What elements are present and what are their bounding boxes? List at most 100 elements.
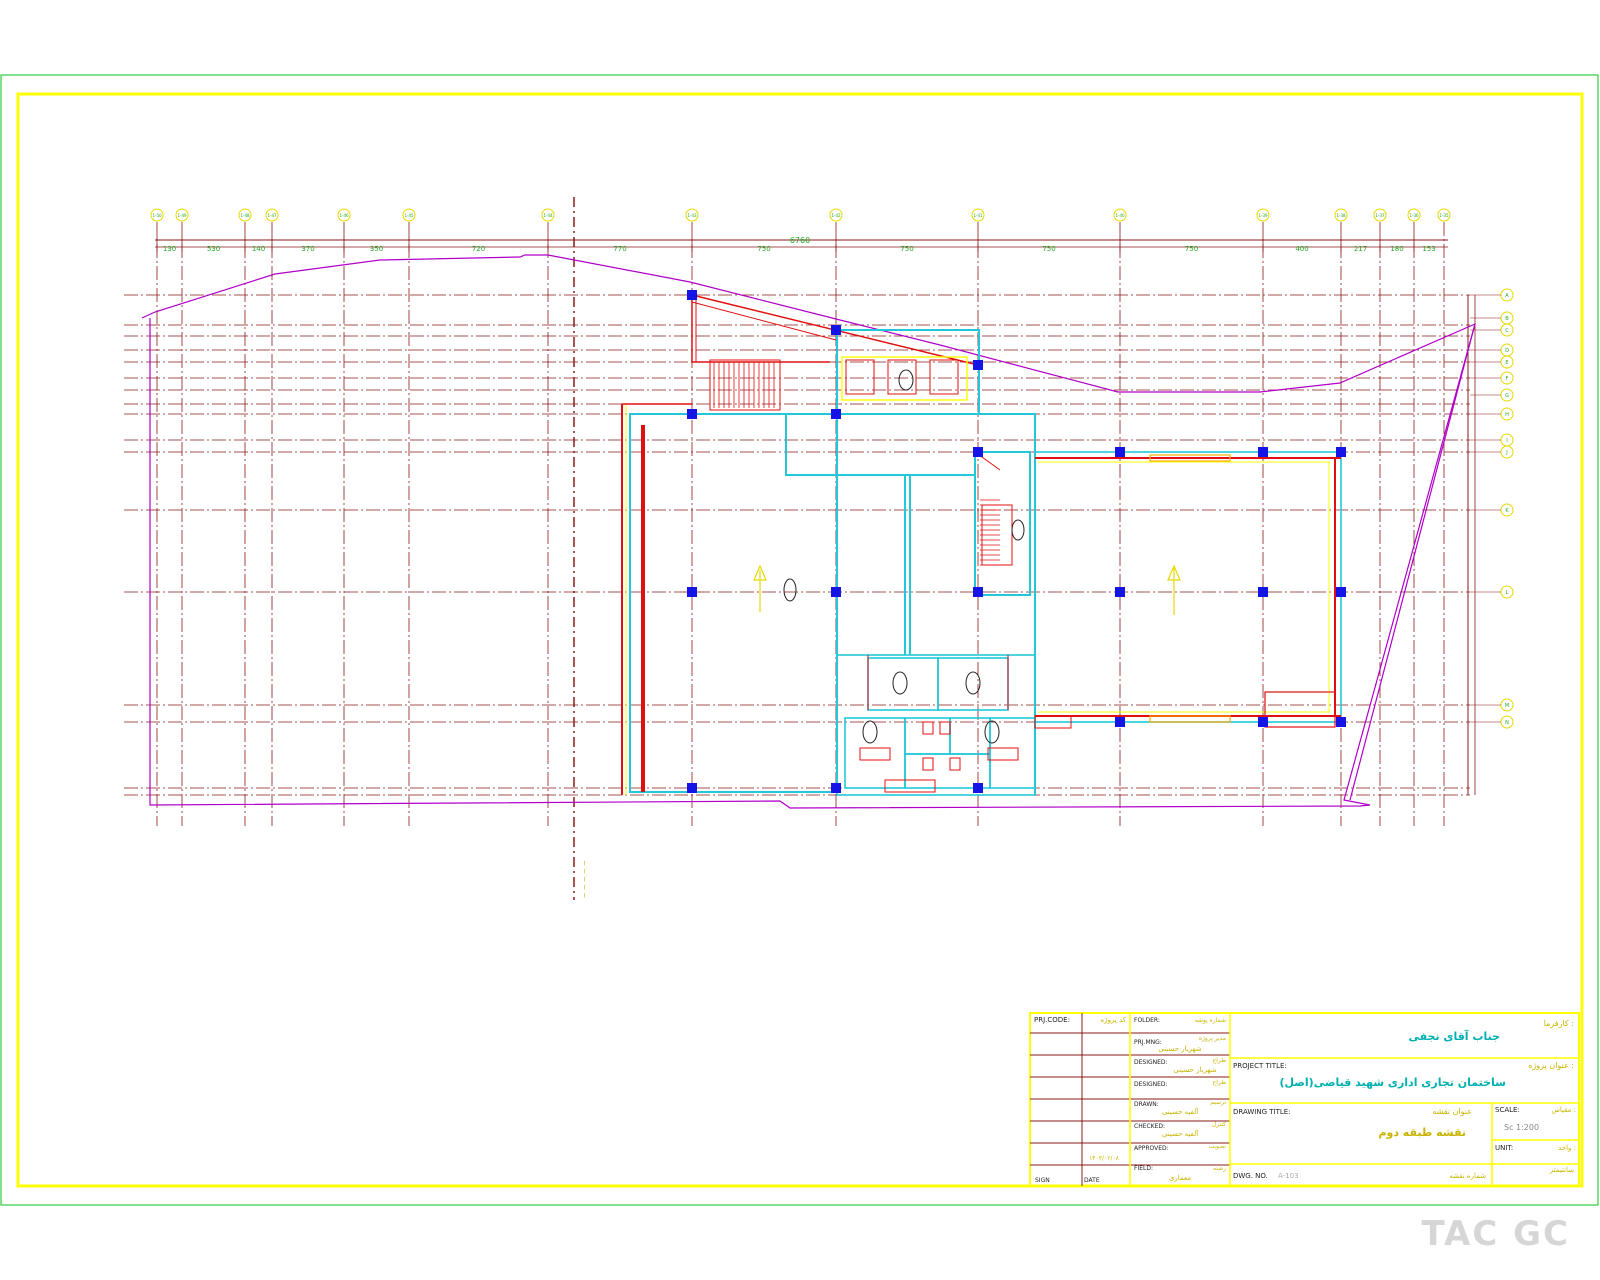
dimension-value: 130 [163, 245, 176, 253]
dimension-value: 530 [207, 245, 220, 253]
dimension-value: 720 [472, 245, 485, 253]
toilet-block [836, 654, 1036, 796]
column [687, 290, 697, 300]
tb-prj-code-fa: کد پروژه [1101, 1016, 1127, 1024]
axis-label: 1-49 [177, 213, 187, 218]
property-line [141, 254, 1476, 809]
tb-designed1-value: شهریار حسینی [1173, 1066, 1216, 1074]
column [687, 783, 697, 793]
axis-label: 1-38 [1336, 213, 1346, 218]
column [687, 409, 697, 419]
tb-scale-fa: مقیاس : [1551, 1106, 1576, 1114]
axis-label: 1-41 [973, 213, 983, 218]
tb-approved-label: APPROVED: [1134, 1145, 1169, 1152]
tb-drawing-title-fa: عنوان نقشه [1432, 1107, 1472, 1116]
column [973, 360, 983, 370]
axis-label: 1-40 [1115, 213, 1125, 218]
left-wing-walls [629, 413, 838, 793]
stair-treads-mid [980, 499, 1000, 566]
tb-drawn-value: آلفیه حسینی [1162, 1107, 1199, 1116]
tb-field-value: معماری [1169, 1174, 1191, 1182]
tb-designed2-label: DESIGNED: [1134, 1081, 1168, 1088]
dimension-value: 140 [252, 245, 265, 253]
column [1258, 717, 1268, 727]
tb-date-label: DATE [1084, 1177, 1100, 1184]
dimension-value: 750 [1185, 245, 1198, 253]
tb-prj-mng-value: شهریار حسینی [1158, 1045, 1201, 1053]
axis-label: 1-44 [543, 213, 553, 218]
north-arrow-left [753, 564, 797, 612]
tb-designed1-label: DESIGNED: [1134, 1059, 1168, 1066]
axis-label: H [1505, 412, 1509, 418]
column [1115, 717, 1125, 727]
tb-drawing-title-label: DRAWING TITLE: [1233, 1108, 1291, 1116]
tb-drawn-label: DRAWN: [1134, 1101, 1159, 1108]
axis-label: 1-35 [1439, 213, 1449, 218]
axis-label: E [1505, 360, 1508, 366]
dimension-value: 770 [613, 245, 626, 253]
dimension-value: 217 [1354, 245, 1367, 253]
axis-label: F [1506, 376, 1509, 382]
axis-label: J [1505, 450, 1507, 456]
column [1115, 587, 1125, 597]
tb-employer-value: جناب آقای نجفی [1408, 1029, 1500, 1043]
tb-field-fa: رشته [1213, 1165, 1226, 1172]
axis-bubbles-top: 1-50 1-49 1-48 1-47 1-46 1-45 1-44 1-43 1-42 1-41… [150, 208, 1451, 222]
tb-field-label: FIELD: [1134, 1165, 1153, 1172]
dimension-value: 180 [1390, 245, 1403, 253]
axis-label: A [1505, 293, 1509, 299]
tb-scale-label: SCALE: [1495, 1106, 1520, 1114]
column [1115, 447, 1125, 457]
left-wing-outer-wall [621, 403, 692, 795]
tb-checked-label: CHECKED: [1134, 1123, 1165, 1130]
property-line-diagonal [1349, 323, 1476, 801]
dimension-value: 350 [370, 245, 383, 253]
tb-checked-value: آلفیه حسینی [1162, 1129, 1199, 1138]
axis-label: 1-48 [240, 213, 250, 218]
axis-label: 1-39 [1258, 213, 1268, 218]
axis-label: L [1506, 590, 1509, 596]
axis-label: 1-45 [404, 213, 414, 218]
floor-plan-drawing: ~ ~ ~ ~ ~ 6760 130 530 140 370 350 720 770 750 7… [0, 74, 1599, 1206]
axis-label: N [1505, 720, 1509, 726]
axis-label: 1-47 [267, 213, 277, 218]
tb-date-value: ۱۴۰۳/۰۲/۰۸ [1089, 1155, 1120, 1162]
tb-unit-value: سانتیمتر [1549, 1166, 1574, 1174]
column [1336, 587, 1346, 597]
axis-label: G [1505, 393, 1509, 399]
axis-label: 1-46 [339, 213, 349, 218]
dimension-value: 750 [1042, 245, 1055, 253]
column [831, 783, 841, 793]
axis-label: B [1505, 316, 1509, 322]
tb-unit-fa: واحد : [1558, 1144, 1576, 1152]
column [973, 447, 983, 457]
section-label: ~ ~ ~ ~ ~ [580, 860, 588, 898]
grid-lines-horizontal [124, 294, 1470, 796]
tb-approved-fa: تصویب [1208, 1143, 1226, 1150]
tb-folder-fa: شماره پوشه [1195, 1017, 1226, 1024]
tb-sheet-fa: شماره نقشه [1449, 1172, 1486, 1180]
dimension-value: 370 [301, 245, 314, 253]
dimension-value: 153 [1422, 245, 1435, 253]
tb-drawing-title-value: نقشه طبقه دوم [1378, 1126, 1466, 1139]
tb-dwg-no-value: A-103 [1278, 1172, 1299, 1180]
column [831, 409, 841, 419]
tb-employer-fa: کارفرما : [1544, 1019, 1574, 1028]
axis-bubbles-right: A BC DE F G H IJ K L M N [1470, 288, 1514, 729]
stair-core-top [691, 294, 979, 411]
column [973, 587, 983, 597]
column [831, 325, 841, 335]
column [831, 587, 841, 597]
axis-label: 1-37 [1375, 213, 1385, 218]
tb-checked-fa: کنترل [1212, 1121, 1226, 1128]
tb-prj-code-label: PRJ.CODE: [1034, 1016, 1070, 1024]
tb-sign-label: SIGN [1035, 1177, 1050, 1184]
north-arrow-right [1167, 564, 1181, 615]
tb-drawn-fa: ترسیم [1210, 1099, 1226, 1106]
axis-label: I [1506, 438, 1507, 444]
axis-label: C [1505, 328, 1509, 334]
right-wing-walls [1034, 451, 1342, 729]
grid-lines-vertical [156, 222, 1445, 826]
top-service-room [836, 329, 980, 415]
tb-project-title-value: ساختمان تجاری اداری شهید قیاضی(اصل) [1279, 1076, 1506, 1089]
